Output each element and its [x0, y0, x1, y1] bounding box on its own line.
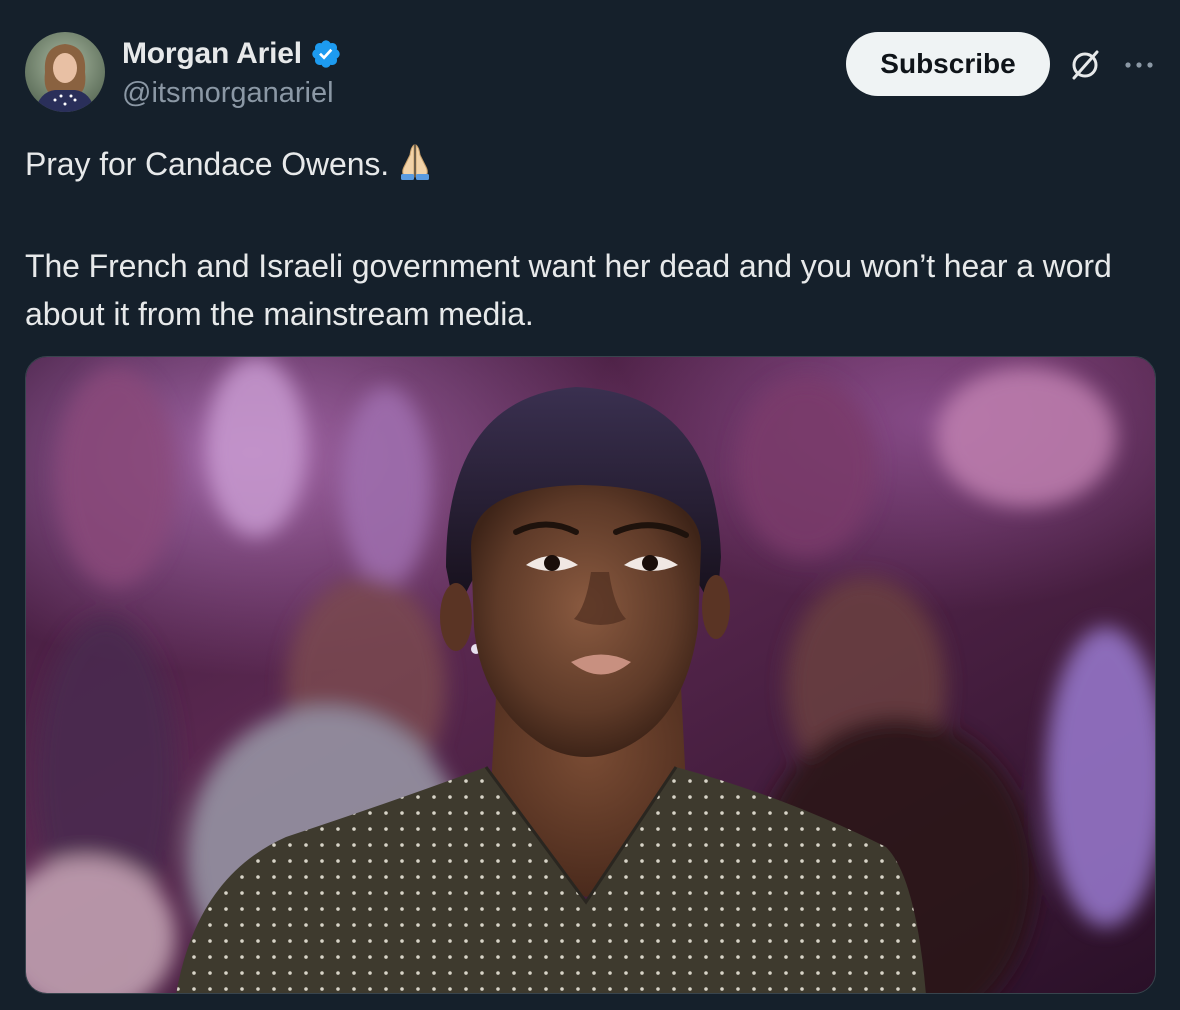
avatar-photo: [25, 32, 105, 112]
avatar[interactable]: [25, 32, 105, 112]
subscribe-button[interactable]: Subscribe: [846, 32, 1050, 96]
display-name-row: Morgan Ariel: [122, 34, 342, 74]
more-options-icon[interactable]: [1122, 50, 1156, 80]
tweet-text: Pray for Candace Owens. The French and I…: [25, 140, 1155, 338]
grok-icon[interactable]: [1066, 46, 1104, 84]
tweet-line-2: The French and Israeli government want h…: [25, 248, 1112, 332]
tweet-photo[interactable]: [25, 356, 1156, 994]
tweet-line-1: Pray for Candace Owens.: [25, 140, 1155, 194]
folded-hands-emoji-icon: [395, 141, 435, 194]
photo-image: [26, 357, 1155, 993]
tweet-card: Morgan Ariel @itsmorganariel Subscribe P…: [0, 0, 1180, 1010]
display-name[interactable]: Morgan Ariel: [122, 37, 302, 71]
tweet-line-1-text: Pray for Candace Owens.: [25, 146, 390, 182]
verified-badge-icon[interactable]: [310, 38, 342, 70]
user-info: Morgan Ariel @itsmorganariel: [122, 34, 342, 110]
user-handle[interactable]: @itsmorganariel: [122, 77, 342, 110]
